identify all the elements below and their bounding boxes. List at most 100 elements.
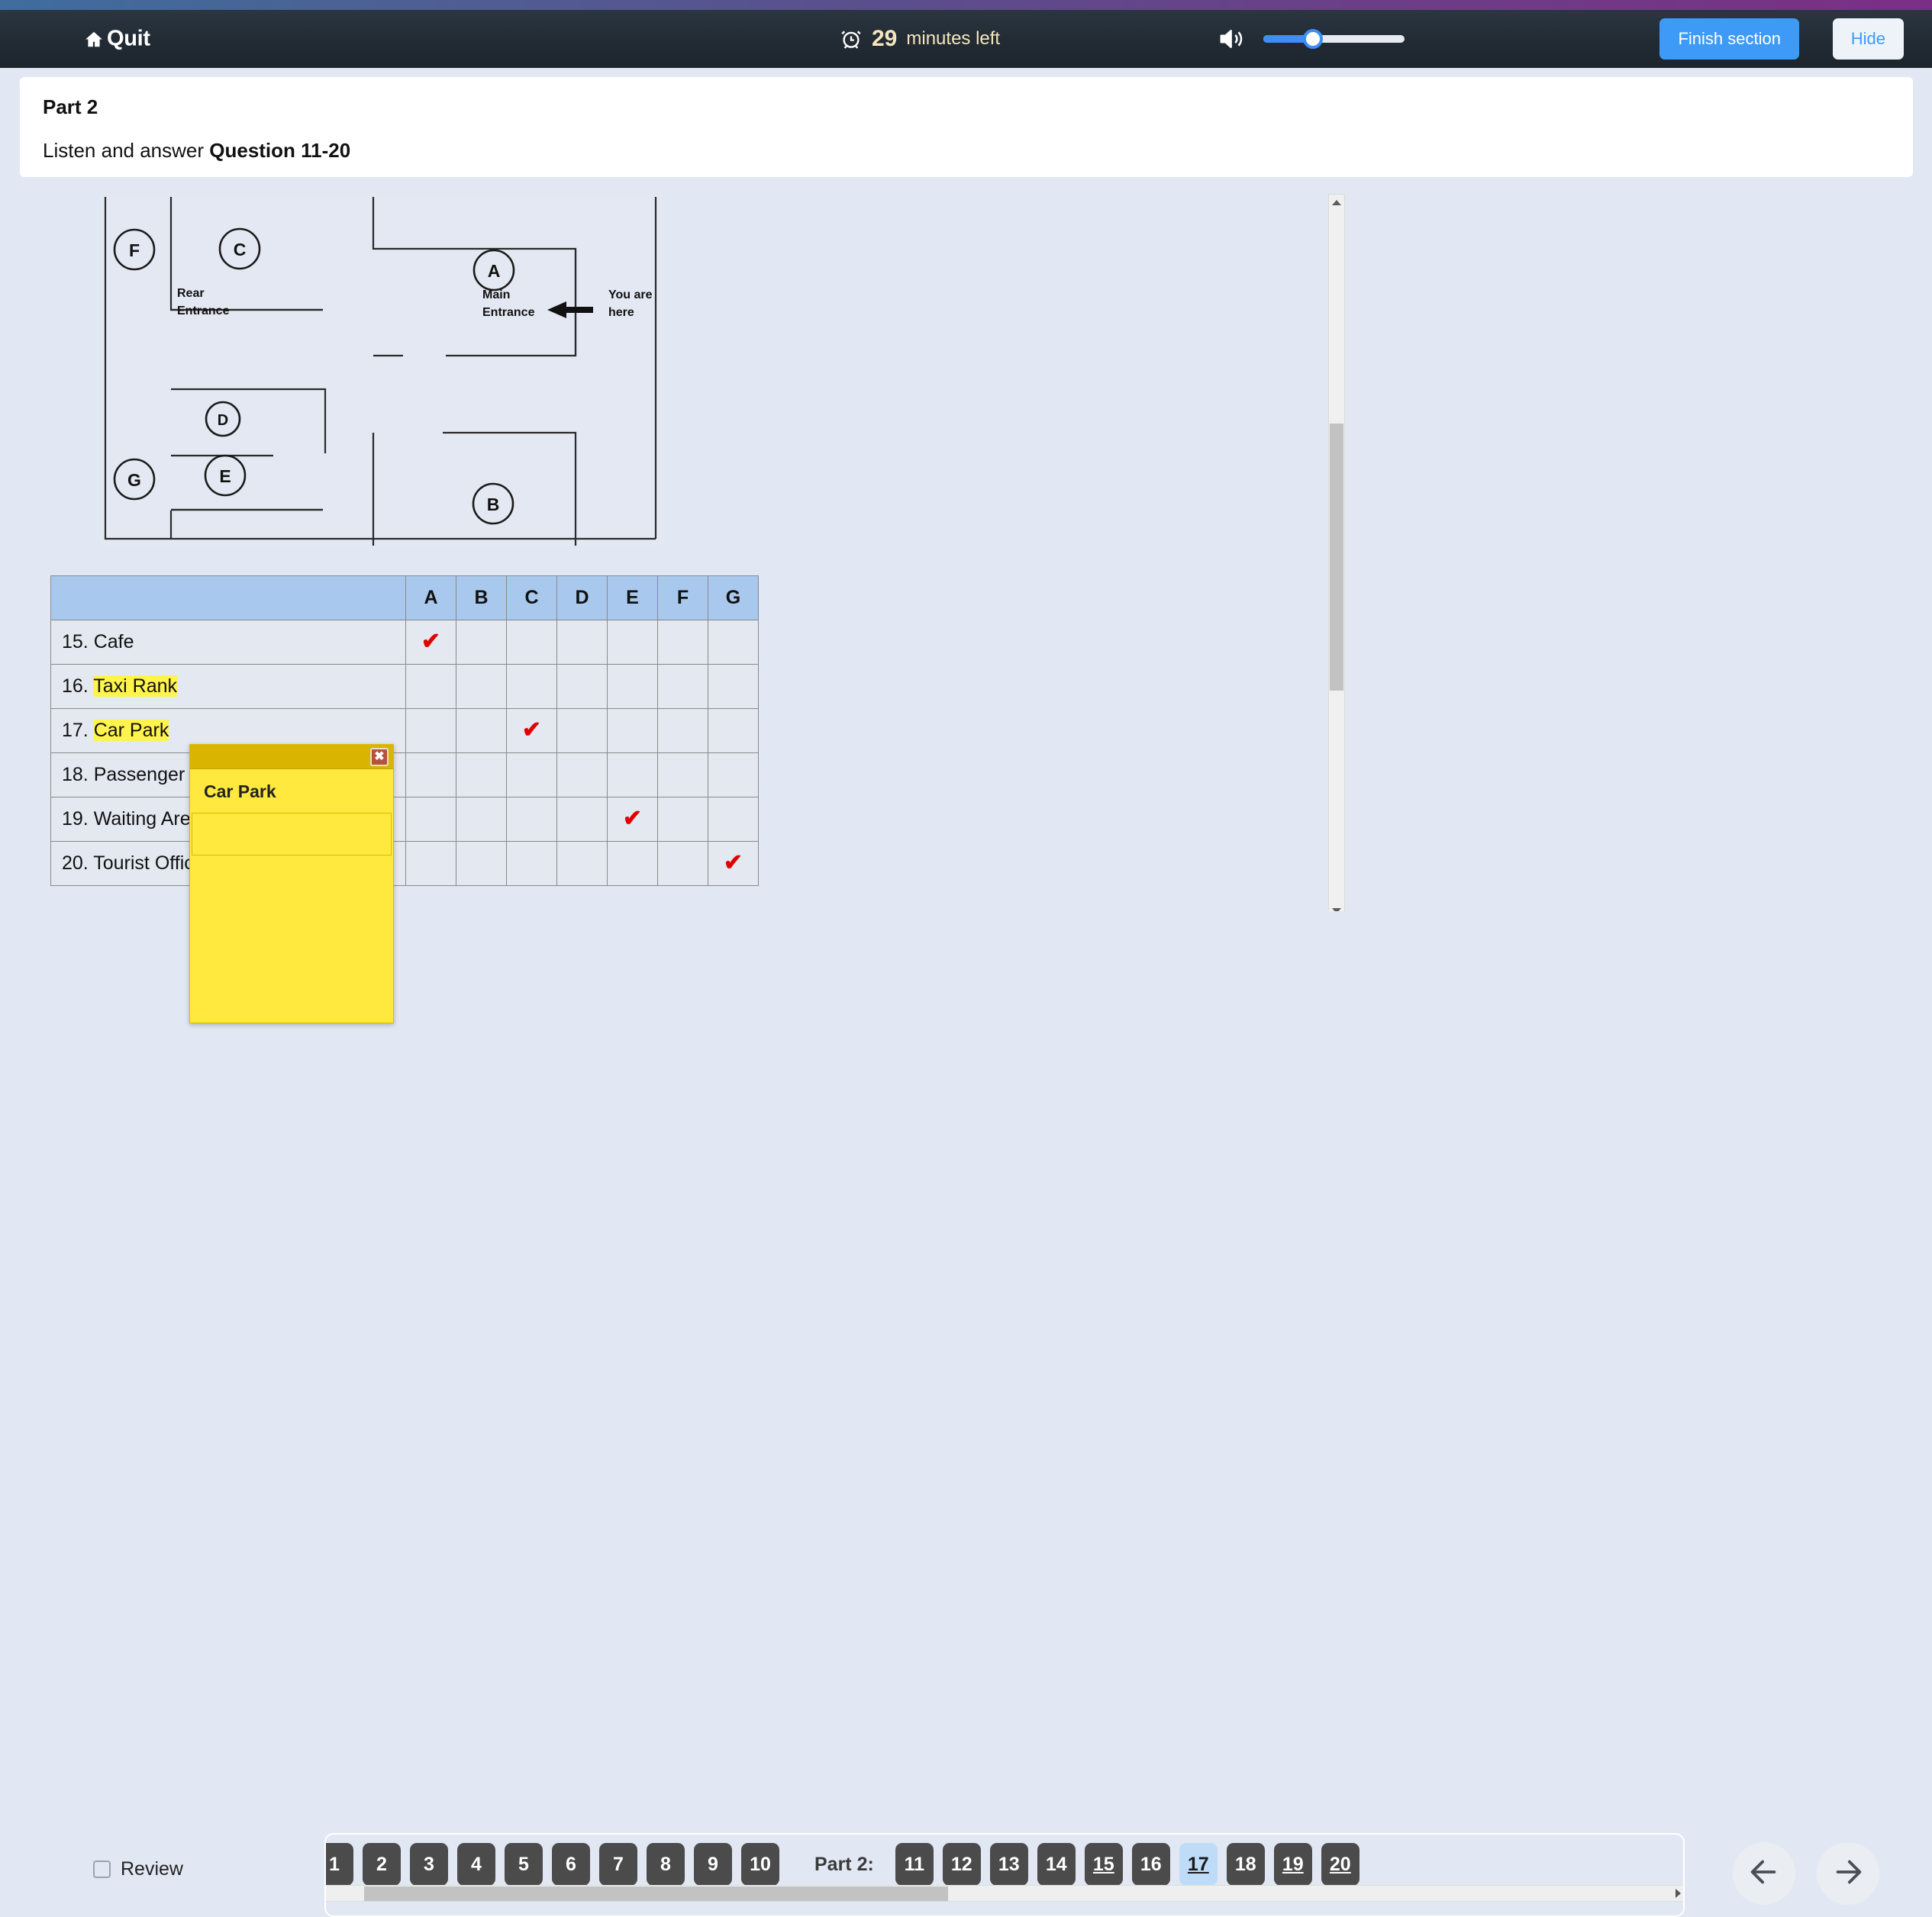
answer-cell-c[interactable] bbox=[507, 842, 557, 886]
answer-cell-e[interactable] bbox=[608, 665, 658, 709]
answer-cell-e[interactable]: ✔ bbox=[608, 797, 658, 842]
review-checkbox-group[interactable]: Review bbox=[93, 1858, 183, 1880]
answer-cell-b[interactable] bbox=[456, 842, 507, 886]
volume-control[interactable] bbox=[1218, 26, 1405, 52]
answer-cell-g[interactable]: ✔ bbox=[708, 842, 759, 886]
scroll-up-icon[interactable] bbox=[1329, 195, 1344, 210]
question-button-9[interactable]: 9 bbox=[694, 1843, 732, 1886]
question-number-row[interactable]: 12345678910Part 2:11121314151617181920 bbox=[324, 1839, 1359, 1890]
review-checkbox[interactable] bbox=[93, 1861, 111, 1878]
svg-text:Entrance: Entrance bbox=[482, 306, 535, 319]
question-button-11[interactable]: 11 bbox=[895, 1843, 934, 1886]
question-button-16[interactable]: 16 bbox=[1132, 1843, 1170, 1886]
question-button-4[interactable]: 4 bbox=[457, 1843, 495, 1886]
scroll-right-icon[interactable] bbox=[1676, 1889, 1681, 1898]
answer-cell-d[interactable] bbox=[557, 620, 608, 665]
answer-cell-a[interactable] bbox=[406, 753, 456, 797]
answer-cell-e[interactable] bbox=[608, 753, 658, 797]
answer-cell-e[interactable] bbox=[608, 842, 658, 886]
answer-cell-g[interactable] bbox=[708, 709, 759, 753]
answer-cell-a[interactable] bbox=[406, 665, 456, 709]
question-button-12[interactable]: 12 bbox=[943, 1843, 981, 1886]
content-vertical-scrollbar[interactable] bbox=[1328, 194, 1345, 911]
table-header-f: F bbox=[658, 576, 708, 620]
answer-cell-f[interactable] bbox=[658, 842, 708, 886]
hide-button[interactable]: Hide bbox=[1833, 18, 1904, 60]
question-button-17[interactable]: 17 bbox=[1179, 1843, 1218, 1886]
horizontal-scroll-thumb[interactable] bbox=[364, 1886, 948, 1901]
question-button-7[interactable]: 7 bbox=[599, 1843, 637, 1886]
quit-button[interactable]: Quit bbox=[84, 27, 150, 52]
answer-cell-a[interactable] bbox=[406, 842, 456, 886]
question-button-14[interactable]: 14 bbox=[1037, 1843, 1076, 1886]
question-button-5[interactable]: 5 bbox=[505, 1843, 543, 1886]
answer-cell-d[interactable] bbox=[557, 753, 608, 797]
answer-cell-f[interactable] bbox=[658, 753, 708, 797]
sticky-note-input[interactable] bbox=[192, 813, 392, 855]
table-header-blank bbox=[51, 576, 406, 620]
answer-cell-f[interactable] bbox=[658, 620, 708, 665]
check-icon: ✔ bbox=[421, 629, 440, 654]
answer-cell-f[interactable] bbox=[658, 797, 708, 842]
question-button-19[interactable]: 19 bbox=[1274, 1843, 1312, 1886]
close-icon[interactable]: ✖ bbox=[370, 748, 389, 766]
question-button-1[interactable]: 1 bbox=[324, 1843, 353, 1886]
next-question-button[interactable] bbox=[1817, 1842, 1879, 1905]
answer-cell-b[interactable] bbox=[456, 709, 507, 753]
answer-matrix-table[interactable]: A B C D E F G 15. Cafe✔16. Taxi Rank17. … bbox=[50, 575, 759, 886]
sticky-note-textarea[interactable] bbox=[192, 857, 392, 1007]
answer-cell-f[interactable] bbox=[658, 665, 708, 709]
answer-cell-a[interactable]: ✔ bbox=[406, 620, 456, 665]
question-button-2[interactable]: 2 bbox=[363, 1843, 401, 1886]
navigator-horizontal-scrollbar[interactable] bbox=[326, 1885, 1683, 1902]
answer-cell-d[interactable] bbox=[557, 665, 608, 709]
question-button-10[interactable]: 10 bbox=[741, 1843, 779, 1886]
answer-cell-a[interactable] bbox=[406, 709, 456, 753]
alarm-clock-icon bbox=[840, 27, 863, 50]
answer-cell-b[interactable] bbox=[456, 665, 507, 709]
sticky-note-header[interactable]: ✖ bbox=[190, 745, 393, 769]
previous-question-button[interactable] bbox=[1733, 1842, 1795, 1905]
answer-cell-g[interactable] bbox=[708, 620, 759, 665]
speaker-icon[interactable] bbox=[1218, 26, 1247, 52]
volume-slider[interactable] bbox=[1263, 35, 1405, 43]
answer-cell-c[interactable] bbox=[507, 797, 557, 842]
svg-text:Main: Main bbox=[482, 288, 510, 301]
sticky-note-popup[interactable]: ✖ Car Park bbox=[189, 744, 394, 1023]
question-button-15[interactable]: 15 bbox=[1085, 1843, 1123, 1886]
question-button-3[interactable]: 3 bbox=[410, 1843, 448, 1886]
answer-cell-c[interactable] bbox=[507, 620, 557, 665]
finish-section-button[interactable]: Finish section bbox=[1659, 18, 1799, 60]
question-button-13[interactable]: 13 bbox=[990, 1843, 1028, 1886]
answer-cell-b[interactable] bbox=[456, 620, 507, 665]
timer-value: 29 bbox=[872, 26, 897, 52]
answer-cell-b[interactable] bbox=[456, 753, 507, 797]
question-button-8[interactable]: 8 bbox=[647, 1843, 685, 1886]
instructions-text: Listen and answer Question 11-20 bbox=[43, 139, 1890, 163]
svg-text:here: here bbox=[608, 306, 634, 319]
question-button-18[interactable]: 18 bbox=[1227, 1843, 1265, 1886]
answer-cell-e[interactable] bbox=[608, 620, 658, 665]
question-navigator-panel[interactable]: 12345678910Part 2:11121314151617181920 bbox=[324, 1833, 1685, 1917]
answer-cell-g[interactable] bbox=[708, 797, 759, 842]
answer-cell-c[interactable] bbox=[507, 665, 557, 709]
answer-cell-d[interactable] bbox=[557, 709, 608, 753]
svg-text:E: E bbox=[219, 466, 231, 486]
decorative-top-strip bbox=[0, 0, 1932, 10]
vertical-scroll-thumb[interactable] bbox=[1330, 424, 1343, 691]
answer-cell-e[interactable] bbox=[608, 709, 658, 753]
table-row: 20. Tourist Office✔ bbox=[51, 842, 759, 886]
question-button-20[interactable]: 20 bbox=[1321, 1843, 1359, 1886]
arrow-right-icon bbox=[1830, 1854, 1866, 1893]
answer-cell-c[interactable]: ✔ bbox=[507, 709, 557, 753]
station-map-diagram: F C A D B E G Rear Entrance Main Entranc… bbox=[101, 194, 660, 546]
answer-cell-f[interactable] bbox=[658, 709, 708, 753]
answer-cell-g[interactable] bbox=[708, 665, 759, 709]
answer-cell-g[interactable] bbox=[708, 753, 759, 797]
question-button-6[interactable]: 6 bbox=[552, 1843, 590, 1886]
answer-cell-b[interactable] bbox=[456, 797, 507, 842]
answer-cell-d[interactable] bbox=[557, 797, 608, 842]
answer-cell-a[interactable] bbox=[406, 797, 456, 842]
answer-cell-d[interactable] bbox=[557, 842, 608, 886]
answer-cell-c[interactable] bbox=[507, 753, 557, 797]
